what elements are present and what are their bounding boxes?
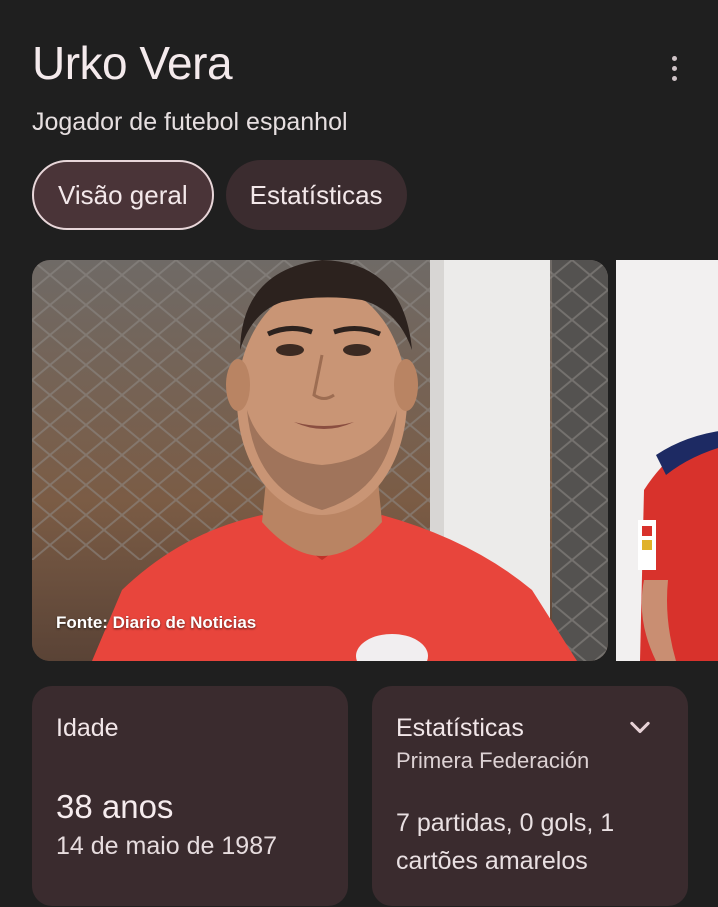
tab-overview[interactable]: Visão geral [32, 160, 214, 230]
age-label: Idade [56, 714, 119, 742]
tab-statistics[interactable]: Estatísticas [225, 160, 407, 230]
more-vert-icon [671, 55, 677, 61]
image-source-caption: Fonte: Diario de Noticias [56, 613, 257, 632]
age-card: Idade 38 anos 14 de maio de 1987 [32, 686, 348, 906]
player-photo-secondary[interactable] [616, 260, 718, 661]
more-options-button[interactable] [654, 48, 694, 88]
age-value: 38 anos [56, 788, 174, 825]
birth-date: 14 de maio de 1987 [56, 832, 278, 860]
statistics-label: Estatísticas [396, 714, 524, 742]
player-photo-secondary-image [616, 260, 718, 661]
tab-bar: Visão geral Estatísticas [32, 160, 407, 230]
player-photo-image [32, 260, 608, 661]
statistics-card[interactable]: Estatísticas Primera Federación 7 partid… [372, 686, 688, 906]
competition-name: Primera Federación [396, 748, 590, 773]
player-photo[interactable]: Fonte: Diario de Noticias [32, 260, 608, 661]
entity-description: Jogador de futebol espanhol [32, 108, 348, 136]
knowledge-panel: Urko Vera Jogador de futebol espanhol Vi… [0, 0, 718, 907]
statistics-summary: 7 partidas, 0 gols, 1 cartões amarelos [396, 809, 615, 875]
chevron-down-icon[interactable] [626, 714, 654, 742]
page-title: Urko Vera [32, 37, 233, 89]
